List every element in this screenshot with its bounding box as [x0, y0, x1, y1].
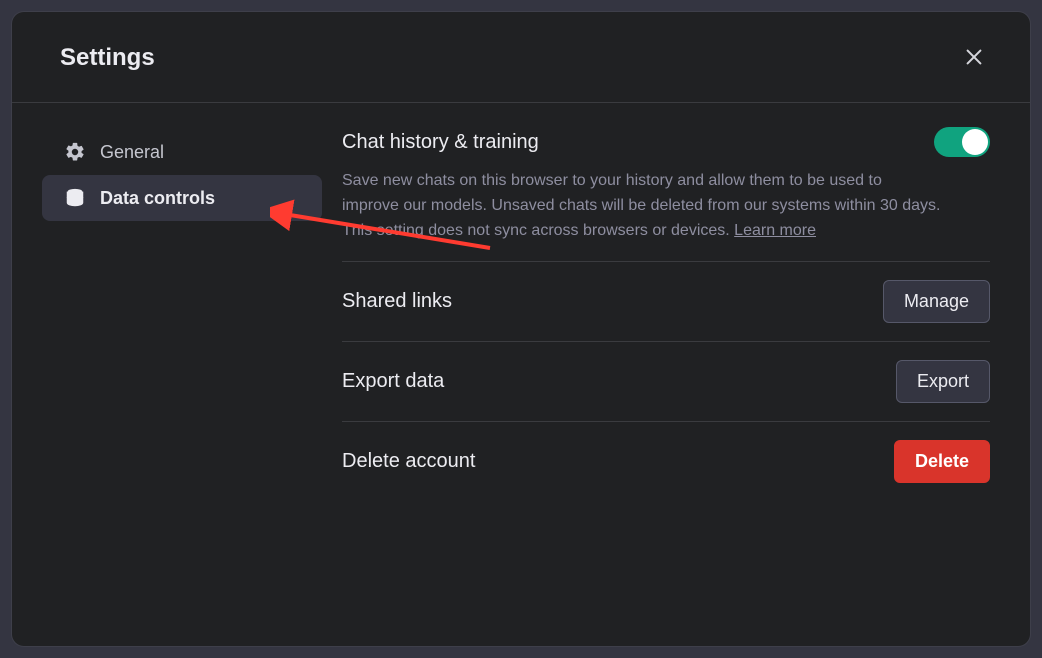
modal-header: Settings	[12, 12, 1030, 103]
settings-sidebar: General Data controls	[42, 123, 322, 626]
sidebar-item-general[interactable]: General	[42, 129, 322, 175]
sidebar-item-label: Data controls	[100, 188, 215, 209]
section-title-shared-links: Shared links	[342, 290, 452, 313]
section-description-chat-history: Save new chats on this browser to your h…	[342, 169, 942, 243]
section-shared-links: Shared links Manage	[342, 262, 990, 341]
page-title: Settings	[60, 44, 155, 72]
settings-modal: Settings General	[12, 12, 1030, 646]
section-delete-account: Delete account Delete	[342, 422, 990, 501]
section-export-data: Export data Export	[342, 342, 990, 421]
section-title-export-data: Export data	[342, 370, 444, 393]
gear-icon	[64, 141, 86, 163]
chat-history-toggle[interactable]	[934, 127, 990, 157]
sidebar-item-data-controls[interactable]: Data controls	[42, 175, 322, 221]
delete-account-button[interactable]: Delete	[894, 440, 990, 483]
chat-history-description-text: Save new chats on this browser to your h…	[342, 172, 940, 239]
export-data-button[interactable]: Export	[896, 360, 990, 403]
section-chat-history: Chat history & training Save new chats o…	[342, 123, 990, 261]
section-title-delete-account: Delete account	[342, 450, 475, 473]
close-button[interactable]	[958, 42, 990, 74]
section-title-chat-history: Chat history & training	[342, 131, 539, 154]
manage-shared-links-button[interactable]: Manage	[883, 280, 990, 323]
toggle-knob	[962, 129, 988, 155]
database-icon	[64, 187, 86, 209]
modal-body: General Data controls Chat h	[12, 103, 1030, 646]
close-icon	[963, 46, 985, 71]
sidebar-item-label: General	[100, 142, 164, 163]
learn-more-link[interactable]: Learn more	[734, 222, 816, 239]
settings-content: Chat history & training Save new chats o…	[342, 123, 990, 626]
